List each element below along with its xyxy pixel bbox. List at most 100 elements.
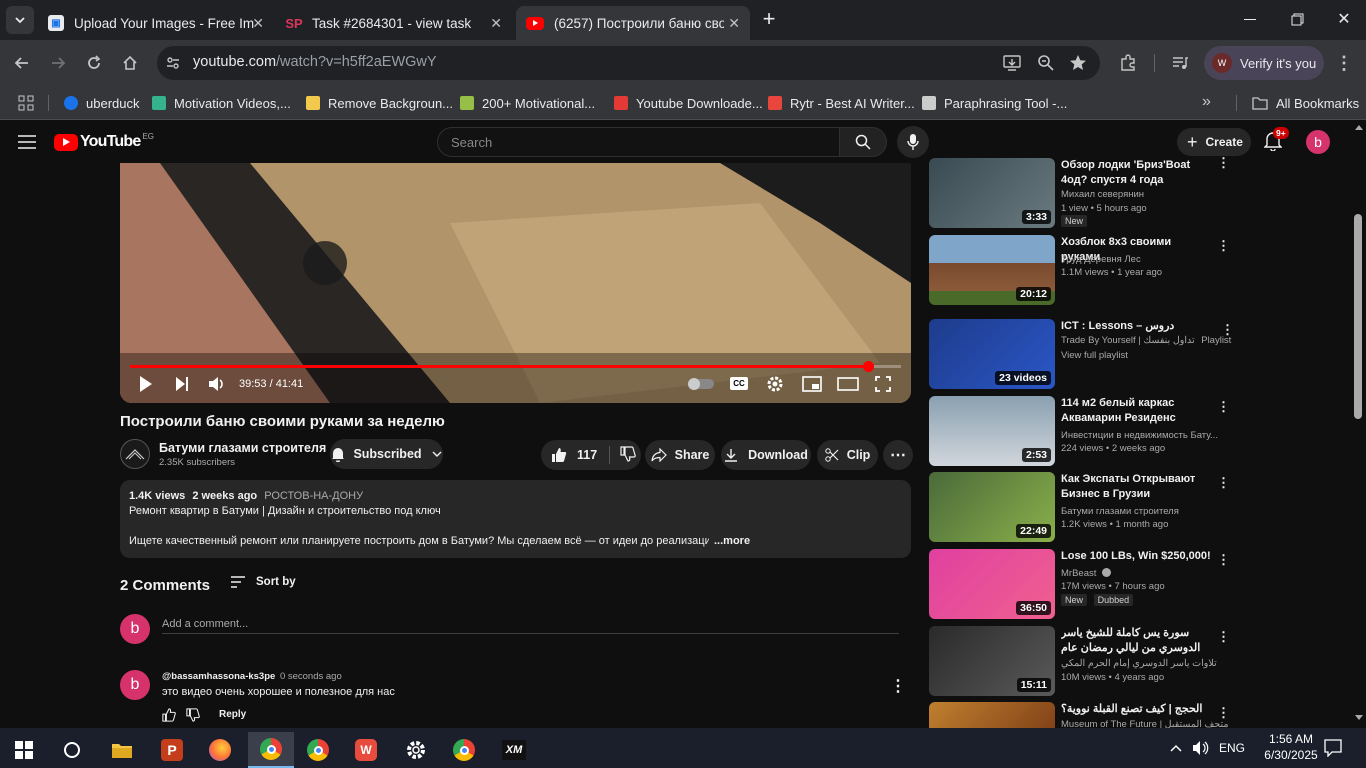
share-button[interactable]: Share <box>645 440 715 470</box>
chrome-button[interactable] <box>298 732 338 768</box>
video-title[interactable]: Как Экспаты Открывают Бизнес в Грузии Ре… <box>1061 472 1213 502</box>
video-title[interactable]: Lose 100 LBs, Win $250,000! <box>1061 549 1213 564</box>
related-video-item[interactable]: 15:11 سورة يس كاملة للشيخ ياسر الدوسري م… <box>929 626 1230 698</box>
video-menu-button[interactable]: ⋮ <box>1217 706 1229 719</box>
video-menu-button[interactable]: ⋮ <box>1217 553 1230 566</box>
more-bookmarks-button[interactable]: » <box>1202 93 1211 111</box>
comment-time[interactable]: 0 seconds ago <box>280 671 342 682</box>
video-channel[interactable]: Инвестиции в недвижимость Бату... <box>1061 430 1218 441</box>
bookmark-paraphrasing-tool[interactable]: Paraphrasing Tool -... <box>922 93 1067 113</box>
related-video-item[interactable]: 3:33 Обзор лодки 'Бриз'Boat 4од? спустя … <box>929 156 1230 230</box>
chrome-profile-button[interactable] <box>248 732 294 768</box>
forward-button[interactable] <box>44 49 72 77</box>
related-video-item[interactable]: 22:49 Как Экспаты Открывают Бизнес в Гру… <box>929 472 1230 544</box>
xm-app-button[interactable]: XM <box>494 732 534 768</box>
scrollbar-thumb[interactable] <box>1354 214 1362 419</box>
voice-search-button[interactable] <box>897 126 929 158</box>
start-button[interactable] <box>4 732 44 768</box>
reply-button[interactable]: Reply <box>219 709 246 720</box>
video-menu-button[interactable]: ⋮ <box>1217 476 1230 489</box>
volume-icon[interactable] <box>1192 740 1210 756</box>
video-player[interactable]: 39:53 / 41:41 CC <box>120 163 911 403</box>
subscribed-button[interactable]: Subscribed <box>330 439 443 469</box>
thumbs-up-icon[interactable] <box>162 708 176 722</box>
chrome-alt-button[interactable] <box>444 732 484 768</box>
like-button[interactable]: 117 <box>541 447 597 463</box>
playlist-channel-name[interactable]: Trade By Yourself | تداول بنفسك <box>1061 335 1195 346</box>
more-actions-button[interactable]: ⋯ <box>883 440 913 470</box>
tab-task-view[interactable]: SP Task #2684301 - view task ✕ <box>276 6 512 40</box>
hamburger-menu-icon[interactable] <box>18 135 36 149</box>
close-icon[interactable]: ✕ <box>490 15 502 32</box>
close-window-button[interactable]: ✕ <box>1332 10 1356 30</box>
dislike-button[interactable] <box>620 445 636 465</box>
bookmark-motivational[interactable]: 200+ Motivational... <box>460 93 595 113</box>
video-thumbnail[interactable] <box>929 702 1055 728</box>
site-info-icon[interactable] <box>165 55 181 71</box>
install-app-icon[interactable] <box>1003 54 1021 72</box>
captions-icon[interactable]: CC <box>730 377 748 390</box>
settings-gear-icon[interactable] <box>766 375 784 393</box>
fullscreen-icon[interactable] <box>875 376 891 392</box>
clock[interactable]: 1:56 AM 6/30/2025 <box>1256 732 1326 762</box>
channel-name[interactable]: Батуми глазами строителя <box>159 441 326 455</box>
notification-center-icon[interactable] <box>1324 739 1342 757</box>
playlist-menu-button[interactable]: ⋮ <box>1221 323 1234 336</box>
video-menu-button[interactable]: ⋮ <box>1217 400 1230 413</box>
close-icon[interactable]: ✕ <box>728 15 740 32</box>
description-box[interactable]: 1.4K views 2 weeks ago РОСТОВ-НА-ДОНУ Ре… <box>120 480 911 558</box>
video-thumbnail[interactable]: 22:49 <box>929 472 1055 542</box>
video-channel[interactable]: Михаил северянин <box>1061 189 1144 200</box>
video-title[interactable]: الحجج | كيف تصنع القبلة نووية؟ <box>1061 702 1213 717</box>
youtube-logo[interactable]: YouTube EG <box>54 132 154 151</box>
bookmark-uberduck[interactable]: uberduck <box>64 93 139 113</box>
related-video-item[interactable]: الحجج | كيف تصنع القبلة نووية؟ Museum of… <box>929 702 1229 728</box>
add-comment-input[interactable]: Add a comment... <box>162 614 899 634</box>
video-menu-button[interactable]: ⋮ <box>1217 156 1230 169</box>
tab-youtube-video[interactable]: (6257) Построили баню своими ✕ <box>516 6 750 40</box>
account-avatar[interactable]: b <box>1306 130 1330 154</box>
comment-author[interactable]: @bassamhassona-ks3pe <box>162 671 275 682</box>
chevron-up-icon[interactable] <box>1170 744 1182 752</box>
comment-avatar[interactable]: b <box>120 670 150 700</box>
video-title[interactable]: Обзор лодки 'Бриз'Boat 4од? спустя 4 год… <box>1061 158 1213 188</box>
bookmark-motivation-videos[interactable]: Motivation Videos,... <box>152 93 291 113</box>
video-channel[interactable]: Museum of The Future | متحف المستقبل <box>1061 719 1228 728</box>
minimize-button[interactable] <box>1238 10 1262 30</box>
clip-button[interactable]: Clip <box>817 440 878 470</box>
video-thumbnail[interactable]: 36:50 <box>929 549 1055 619</box>
miniplayer-icon[interactable] <box>802 376 822 392</box>
file-explorer-button[interactable] <box>102 732 142 768</box>
close-icon[interactable]: ✕ <box>252 15 264 32</box>
video-title[interactable]: 114 м2 белый каркас Аквамарин Резиденс Б… <box>1061 396 1213 426</box>
sort-comments-button[interactable]: Sort by <box>230 576 296 588</box>
reload-button[interactable] <box>80 49 108 77</box>
search-input[interactable]: Search <box>437 127 840 157</box>
page-scrollbar[interactable] <box>1352 121 1366 728</box>
comment-menu-button[interactable]: ⋮ <box>890 676 906 696</box>
scroll-up-arrow[interactable] <box>1355 125 1363 130</box>
media-controls-button[interactable] <box>1166 49 1194 77</box>
progress-bar[interactable] <box>130 361 901 372</box>
create-button[interactable]: + Create <box>1177 128 1251 156</box>
playlist-title[interactable]: ICT : Lessons – دروس <box>1061 319 1213 334</box>
bookmark-remove-background[interactable]: Remove Backgroun... <box>306 93 453 113</box>
video-title[interactable]: سورة يس كاملة للشيخ ياسر الدوسري من ليال… <box>1061 626 1213 656</box>
channel-avatar[interactable] <box>120 439 150 469</box>
search-button[interactable] <box>839 127 887 157</box>
address-bar[interactable]: youtube.com/watch?v=h5ff2aEWGwY <box>157 46 1100 80</box>
video-thumbnail[interactable]: 15:11 <box>929 626 1055 696</box>
bookmark-star-icon[interactable] <box>1069 54 1087 72</box>
video-channel[interactable]: تلاوات ياسر الدوسري إمام الحرم المكي <box>1061 658 1217 669</box>
wps-office-button[interactable]: W <box>346 732 386 768</box>
next-icon[interactable] <box>174 376 190 392</box>
related-playlist-item[interactable]: 23 videos ICT : Lessons – دروس Trade By … <box>929 319 1234 391</box>
progress-scrubber[interactable] <box>862 361 874 372</box>
channel-name[interactable]: MrBeast <box>1061 568 1096 579</box>
powerpoint-button[interactable]: P <box>152 732 192 768</box>
video-thumbnail[interactable]: 2:53 <box>929 396 1055 466</box>
back-button[interactable] <box>8 49 36 77</box>
all-bookmarks-button[interactable]: All Bookmarks <box>1252 93 1359 113</box>
tab-search-button[interactable] <box>6 6 34 34</box>
related-video-item[interactable]: 2:53 114 м2 белый каркас Аквамарин Резид… <box>929 396 1230 468</box>
